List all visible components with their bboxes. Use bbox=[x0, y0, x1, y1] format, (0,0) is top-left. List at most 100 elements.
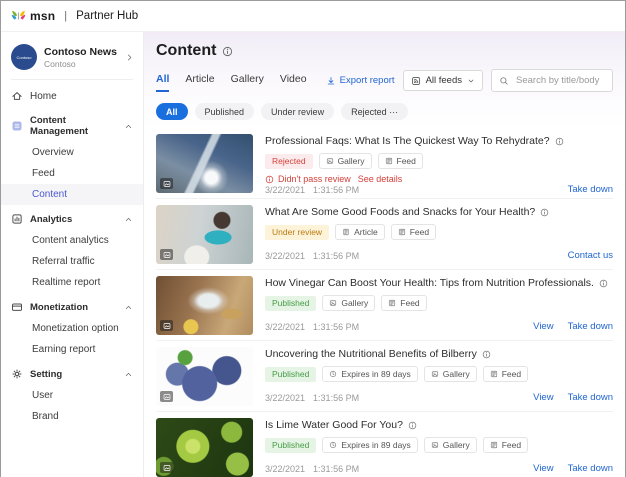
image-badge-icon bbox=[163, 322, 171, 330]
tag-label: Feed bbox=[502, 440, 521, 450]
tag-label: Article bbox=[354, 227, 378, 237]
view-link[interactable]: View bbox=[533, 463, 553, 474]
sidebar-item-analytics[interactable]: Analytics bbox=[1, 208, 143, 230]
publish-time: 1:31:56 PM bbox=[313, 464, 359, 474]
chevron-up-icon bbox=[124, 122, 133, 131]
article-thumbnail[interactable] bbox=[156, 418, 253, 477]
msn-butterfly-icon bbox=[11, 10, 26, 22]
sidebar-item-feed[interactable]: Feed bbox=[1, 163, 143, 184]
settings-icon bbox=[11, 368, 23, 380]
gallery-icon bbox=[431, 441, 439, 449]
filter-pill-all[interactable]: All bbox=[156, 103, 188, 120]
feed-icon bbox=[388, 299, 396, 307]
org-name: Contoso News bbox=[44, 46, 117, 58]
filter-pill-published[interactable]: Published bbox=[195, 103, 255, 120]
brand-product: Partner Hub bbox=[76, 10, 138, 22]
top-bar: msn | Partner Hub bbox=[1, 1, 625, 32]
msn-logo[interactable]: msn | Partner Hub bbox=[11, 9, 138, 23]
sidebar-item-label: Home bbox=[30, 91, 57, 102]
tab-all[interactable]: All bbox=[156, 73, 169, 92]
filter-pill-under-review[interactable]: Under review bbox=[261, 103, 334, 120]
tab-video[interactable]: Video bbox=[280, 73, 307, 92]
tag-article: Article bbox=[335, 224, 385, 240]
view-link[interactable]: View bbox=[533, 321, 553, 332]
contact-us-link[interactable]: Contact us bbox=[568, 250, 613, 261]
sidebar-item-monetization[interactable]: Monetization bbox=[1, 296, 143, 318]
sidebar-item-label: Setting bbox=[30, 369, 62, 380]
view-link[interactable]: View bbox=[533, 392, 553, 403]
status-badge: Published bbox=[265, 367, 316, 382]
sidebar-item-label: Analytics bbox=[30, 214, 72, 225]
article-row: Uncovering the Nutritional Benefits of B… bbox=[156, 341, 613, 412]
gallery-icon bbox=[329, 299, 337, 307]
chevron-down-icon bbox=[467, 77, 475, 85]
tag-label: Gallery bbox=[443, 369, 470, 379]
status-badge: Rejected bbox=[265, 154, 313, 169]
clock-icon bbox=[329, 370, 337, 378]
feeds-icon bbox=[411, 76, 421, 86]
take-down-link[interactable]: Take down bbox=[568, 184, 613, 195]
content-tabs: All Article Gallery Video bbox=[156, 73, 307, 92]
status-badge: Published bbox=[265, 296, 316, 311]
analytics-icon bbox=[11, 213, 23, 225]
sidebar-item-monetization-option[interactable]: Monetization option bbox=[1, 318, 143, 339]
search-box[interactable] bbox=[491, 69, 613, 92]
image-badge-icon bbox=[163, 180, 171, 188]
tab-gallery[interactable]: Gallery bbox=[231, 73, 264, 92]
article-title: Professional Faqs: What Is The Quickest … bbox=[265, 135, 550, 147]
article-thumbnail[interactable] bbox=[156, 134, 253, 193]
status-filters: All Published Under review Rejected ··· bbox=[156, 103, 613, 120]
filter-pill-rejected[interactable]: Rejected ··· bbox=[341, 103, 408, 120]
article-row-content: Uncovering the Nutritional Benefits of B… bbox=[265, 347, 613, 405]
take-down-link[interactable]: Take down bbox=[568, 463, 613, 474]
publish-time: 1:31:56 PM bbox=[313, 251, 359, 261]
gallery-icon bbox=[326, 157, 334, 165]
info-icon[interactable] bbox=[540, 208, 549, 217]
publish-time: 1:31:56 PM bbox=[313, 322, 359, 332]
see-details-link[interactable]: See details bbox=[358, 174, 403, 184]
tag-gallery: Gallery bbox=[424, 366, 477, 382]
sidebar-item-earning-report[interactable]: Earning report bbox=[1, 339, 143, 360]
publish-date: 3/22/2021 bbox=[265, 251, 305, 261]
info-icon[interactable] bbox=[599, 279, 608, 288]
article-thumbnail[interactable] bbox=[156, 205, 253, 264]
sidebar-divider bbox=[11, 79, 133, 80]
tag-expires-in-89-days: Expires in 89 days bbox=[322, 366, 417, 382]
article-thumbnail[interactable] bbox=[156, 347, 253, 406]
sidebar-item-home[interactable]: Home bbox=[1, 85, 143, 107]
sidebar-nav: HomeContent ManagementOverviewFeedConten… bbox=[1, 85, 143, 427]
feeds-dropdown[interactable]: All feeds bbox=[403, 70, 483, 91]
article-row-content: Is Lime Water Good For You?PublishedExpi… bbox=[265, 418, 613, 476]
status-badge: Published bbox=[265, 438, 316, 453]
thumbnail-type-badge bbox=[160, 249, 173, 260]
org-subtitle: Contoso bbox=[44, 59, 117, 69]
info-icon[interactable] bbox=[408, 421, 417, 430]
image-badge-icon bbox=[163, 464, 171, 472]
feed-icon bbox=[490, 370, 498, 378]
sidebar-item-content-analytics[interactable]: Content analytics bbox=[1, 230, 143, 251]
tag-feed: Feed bbox=[483, 366, 528, 382]
feed-icon bbox=[398, 228, 406, 236]
tag-feed: Feed bbox=[378, 153, 423, 169]
info-icon[interactable] bbox=[555, 137, 564, 146]
article-title: What Are Some Good Foods and Snacks for … bbox=[265, 206, 535, 218]
sidebar-item-content[interactable]: Content bbox=[1, 184, 143, 205]
take-down-link[interactable]: Take down bbox=[568, 392, 613, 403]
export-report-button[interactable]: Export report bbox=[326, 75, 395, 86]
sidebar-item-content-management[interactable]: Content Management bbox=[1, 110, 143, 142]
article-thumbnail[interactable] bbox=[156, 276, 253, 335]
sidebar-item-referral-traffic[interactable]: Referral traffic bbox=[1, 251, 143, 272]
sidebar-item-user[interactable]: User bbox=[1, 385, 143, 406]
sidebar-item-realtime-report[interactable]: Realtime report bbox=[1, 272, 143, 293]
take-down-link[interactable]: Take down bbox=[568, 321, 613, 332]
info-icon[interactable] bbox=[482, 350, 491, 359]
sidebar-item-overview[interactable]: Overview bbox=[1, 142, 143, 163]
info-icon[interactable] bbox=[222, 46, 233, 57]
search-input[interactable] bbox=[514, 74, 605, 87]
publish-date: 3/22/2021 bbox=[265, 393, 305, 403]
sidebar-item-setting[interactable]: Setting bbox=[1, 363, 143, 385]
article-list: Professional Faqs: What Is The Quickest … bbox=[156, 128, 613, 477]
org-switcher[interactable]: Contoso Contoso News Contoso bbox=[1, 38, 143, 78]
sidebar-item-brand[interactable]: Brand bbox=[1, 406, 143, 427]
tab-article[interactable]: Article bbox=[185, 73, 214, 92]
